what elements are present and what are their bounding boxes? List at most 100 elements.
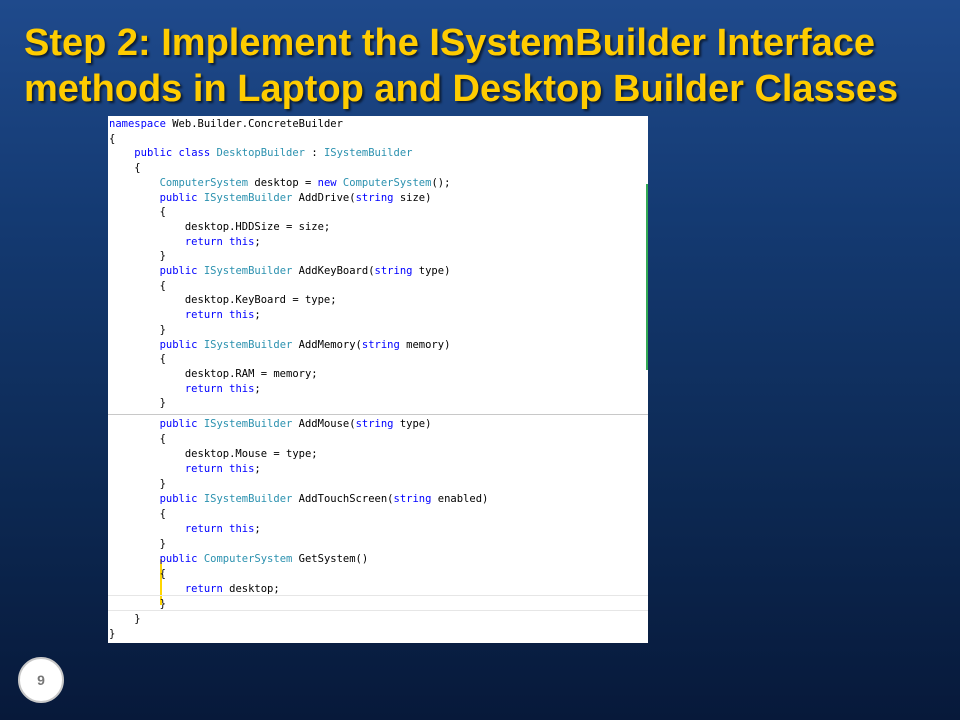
code-line: return this; (109, 235, 261, 250)
code-text: enabled) (431, 493, 489, 505)
code-keyword: string (355, 191, 394, 204)
code-line: public ISystemBuilder AddMouse(string ty… (109, 417, 432, 432)
slide-title: Step 2: Implement the ISystemBuilder Int… (24, 20, 944, 112)
code-line: } (109, 397, 166, 410)
code-line: } (109, 323, 166, 336)
change-indicator-bar (646, 184, 648, 370)
code-type: ISystemBuilder (197, 338, 293, 351)
code-text: memory) (399, 338, 451, 351)
code-type: ISystemBuilder (197, 493, 293, 505)
code-text: desktop = (248, 176, 318, 189)
code-type: DesktopBuilder (210, 147, 305, 160)
code-text: : (305, 147, 324, 160)
code-line: } (109, 613, 141, 625)
code-text: AddMemory( (292, 338, 362, 351)
title-line-2: methods in Laptop and Desktop Builder Cl… (24, 68, 899, 110)
code-text: ; (254, 523, 261, 535)
code-line: { (109, 279, 166, 292)
code-line: { (109, 162, 141, 175)
code-line: ComputerSystem desktop = new ComputerSys… (109, 176, 451, 191)
code-keyword: class (172, 147, 211, 160)
code-line: namespace Web.Builder.ConcreteBuilder (109, 117, 343, 132)
code-keyword: string (393, 493, 432, 505)
code-text: ; (254, 235, 261, 248)
code-keyword: return (184, 309, 223, 322)
code-text: ; (254, 382, 261, 395)
code-line: public ISystemBuilder AddMemory(string m… (109, 338, 451, 353)
code-type: ISystemBuilder (197, 265, 293, 277)
code-text: AddTouchScreen( (292, 493, 394, 505)
code-screenshot-bottom: public ISystemBuilder AddMouse(string ty… (108, 414, 648, 643)
code-text: AddDrive( (292, 191, 356, 204)
code-text: AddKeyBoard( (292, 265, 375, 277)
code-keyword: public (159, 338, 198, 351)
code-text: (); (431, 176, 451, 189)
code-line: } (109, 538, 166, 550)
code-keyword: return (184, 382, 223, 395)
code-text: type) (393, 418, 432, 430)
code-line: } (109, 628, 116, 640)
code-keyword: public (134, 147, 173, 160)
code-keyword: this (222, 382, 255, 395)
code-line: desktop.HDDSize = size; (109, 220, 331, 233)
code-line: return desktop; (109, 582, 280, 597)
code-line: public ISystemBuilder AddDrive(string si… (109, 191, 432, 206)
code-line: public ISystemBuilder AddKeyBoard(string… (109, 264, 451, 279)
code-line: return this; (109, 462, 261, 477)
slide-number-badge: 9 (18, 657, 64, 703)
code-keyword: public (159, 493, 198, 505)
code-line: public ComputerSystem GetSystem() (109, 552, 369, 567)
code-text: size) (393, 191, 432, 204)
code-line: return this; (109, 308, 261, 323)
code-line: { (109, 508, 166, 520)
code-keyword: this (222, 309, 255, 322)
code-keyword: public (159, 418, 198, 430)
code-text: type) (412, 265, 451, 277)
code-line: desktop.RAM = memory; (109, 367, 318, 380)
code-line: { (109, 132, 116, 145)
code-type: ComputerSystem (197, 553, 293, 565)
code-text: AddMouse( (292, 418, 356, 430)
code-line: } (109, 478, 166, 490)
code-type: ComputerSystem (159, 176, 249, 189)
code-line: public ISystemBuilder AddTouchScreen(str… (109, 492, 489, 507)
code-line: return this; (109, 382, 261, 397)
code-keyword: namespace (109, 118, 166, 130)
code-line: return this; (109, 522, 261, 537)
code-line: } (109, 598, 166, 610)
code-keyword: this (222, 235, 255, 248)
code-keyword: string (355, 418, 394, 430)
code-line: { (109, 206, 166, 219)
code-keyword: return (184, 583, 223, 595)
code-type: ComputerSystem (336, 176, 432, 189)
code-text: Web.Builder.ConcreteBuilder (165, 118, 343, 130)
code-keyword: public (159, 553, 198, 565)
code-text: ; (254, 463, 261, 475)
code-keyword: string (361, 338, 400, 351)
code-line: { (109, 353, 166, 366)
code-line: desktop.Mouse = type; (109, 448, 318, 460)
code-text: desktop; (222, 583, 280, 595)
code-line: public class DesktopBuilder : ISystemBui… (109, 146, 412, 161)
code-line: desktop.KeyBoard = type; (109, 294, 337, 307)
code-text: GetSystem() (292, 553, 369, 565)
code-keyword: return (184, 463, 223, 475)
code-keyword: return (184, 235, 223, 248)
code-line: { (109, 568, 166, 580)
code-type: ISystemBuilder (197, 191, 293, 204)
code-keyword: this (222, 523, 255, 535)
code-text: ; (254, 309, 261, 322)
code-keyword: this (222, 463, 255, 475)
code-keyword: public (159, 191, 198, 204)
